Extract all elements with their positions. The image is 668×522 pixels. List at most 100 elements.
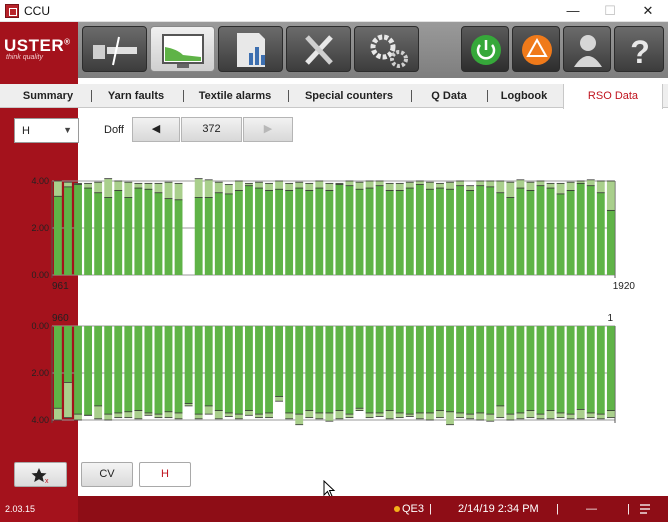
- bar-range: [315, 181, 324, 189]
- bar-range: [365, 412, 374, 418]
- bar-range: [576, 409, 585, 419]
- bar: [84, 188, 93, 275]
- bar-range: [114, 181, 123, 191]
- bar-range: [566, 182, 575, 191]
- bar-range: [255, 414, 263, 418]
- bar-range: [425, 182, 434, 190]
- bar-range: [526, 182, 535, 191]
- bar: [486, 326, 495, 415]
- bar-range: [385, 410, 394, 419]
- bar-range: [395, 183, 404, 191]
- bar-range: [265, 183, 273, 191]
- cv-button[interactable]: CV: [81, 462, 133, 487]
- bar: [245, 326, 253, 411]
- favorites-button[interactable]: x: [14, 462, 67, 487]
- bar-range: [496, 405, 505, 418]
- bar-range: [295, 414, 304, 425]
- bar: [456, 326, 464, 413]
- bar: [104, 326, 113, 415]
- bar: [124, 326, 133, 412]
- bar: [154, 192, 163, 275]
- bar-range: [436, 183, 444, 189]
- bar: [204, 197, 213, 275]
- bar: [556, 326, 565, 413]
- bar-range: [375, 412, 384, 417]
- bar: [405, 326, 414, 415]
- status-separator: |: [556, 503, 559, 515]
- h-button[interactable]: H: [139, 462, 191, 487]
- bar-range: [154, 414, 163, 418]
- bar-range: [164, 411, 173, 418]
- bar-range: [305, 410, 314, 418]
- bar-range: [285, 412, 294, 419]
- bar: [466, 326, 475, 415]
- bar-range: [84, 183, 93, 189]
- bar-range: [536, 181, 545, 186]
- bar-range: [606, 410, 615, 418]
- bar: [214, 326, 223, 411]
- bar: [425, 326, 434, 413]
- bar: [375, 326, 384, 413]
- bar-range: [74, 414, 82, 420]
- bar-range: [425, 412, 434, 420]
- bar-range: [204, 405, 213, 415]
- bar: [94, 326, 103, 406]
- bar-range: [456, 412, 464, 418]
- bar-range: [214, 410, 223, 419]
- bar: [546, 188, 555, 275]
- bar: [576, 326, 585, 410]
- bar: [476, 185, 485, 275]
- bar: [285, 326, 294, 413]
- bar: [466, 190, 475, 275]
- bar-range: [436, 410, 444, 418]
- bar: [64, 326, 72, 383]
- bar: [596, 326, 605, 415]
- bar: [415, 184, 424, 275]
- bar: [586, 326, 595, 413]
- bar-range: [224, 184, 233, 194]
- bar-range: [194, 414, 203, 419]
- bar: [164, 198, 173, 275]
- bar: [234, 326, 243, 415]
- bar: [566, 190, 575, 275]
- bar: [54, 196, 62, 275]
- bar-range: [365, 181, 374, 189]
- bar-range: [486, 414, 495, 422]
- bar: [606, 326, 615, 411]
- bar-range: [224, 412, 233, 417]
- bar-range: [556, 183, 565, 194]
- bar-range: [415, 181, 424, 185]
- bar: [144, 326, 153, 413]
- bar: [104, 197, 113, 275]
- bar: [245, 185, 253, 275]
- bar-range: [295, 182, 304, 189]
- svg-text:x: x: [45, 478, 49, 485]
- bar: [436, 326, 444, 411]
- bar: [395, 190, 404, 275]
- bar-range: [506, 414, 515, 420]
- bar-range: [496, 181, 505, 193]
- bar-range: [305, 183, 314, 191]
- x-start-label: 960: [52, 313, 69, 324]
- bar-range: [255, 182, 263, 189]
- bar-range: [566, 414, 575, 419]
- bar: [566, 326, 575, 415]
- bar: [355, 189, 364, 275]
- bar: [84, 326, 93, 416]
- bar-range: [174, 183, 183, 200]
- bar: [275, 189, 284, 275]
- bar-range: [506, 182, 515, 198]
- bar-range: [94, 405, 103, 419]
- bar-range: [606, 181, 615, 211]
- machine-name[interactable]: QE3: [402, 503, 424, 515]
- machine-status-dot: [394, 506, 400, 512]
- bar: [174, 199, 183, 275]
- bar: [204, 326, 213, 406]
- bar: [436, 188, 444, 275]
- menu-icon[interactable]: [639, 503, 653, 515]
- x-start-label: 961: [52, 281, 69, 292]
- y-tick-label: 2.00: [31, 223, 49, 233]
- bar-range: [536, 414, 545, 419]
- bar: [446, 189, 454, 275]
- bar-range: [466, 185, 475, 191]
